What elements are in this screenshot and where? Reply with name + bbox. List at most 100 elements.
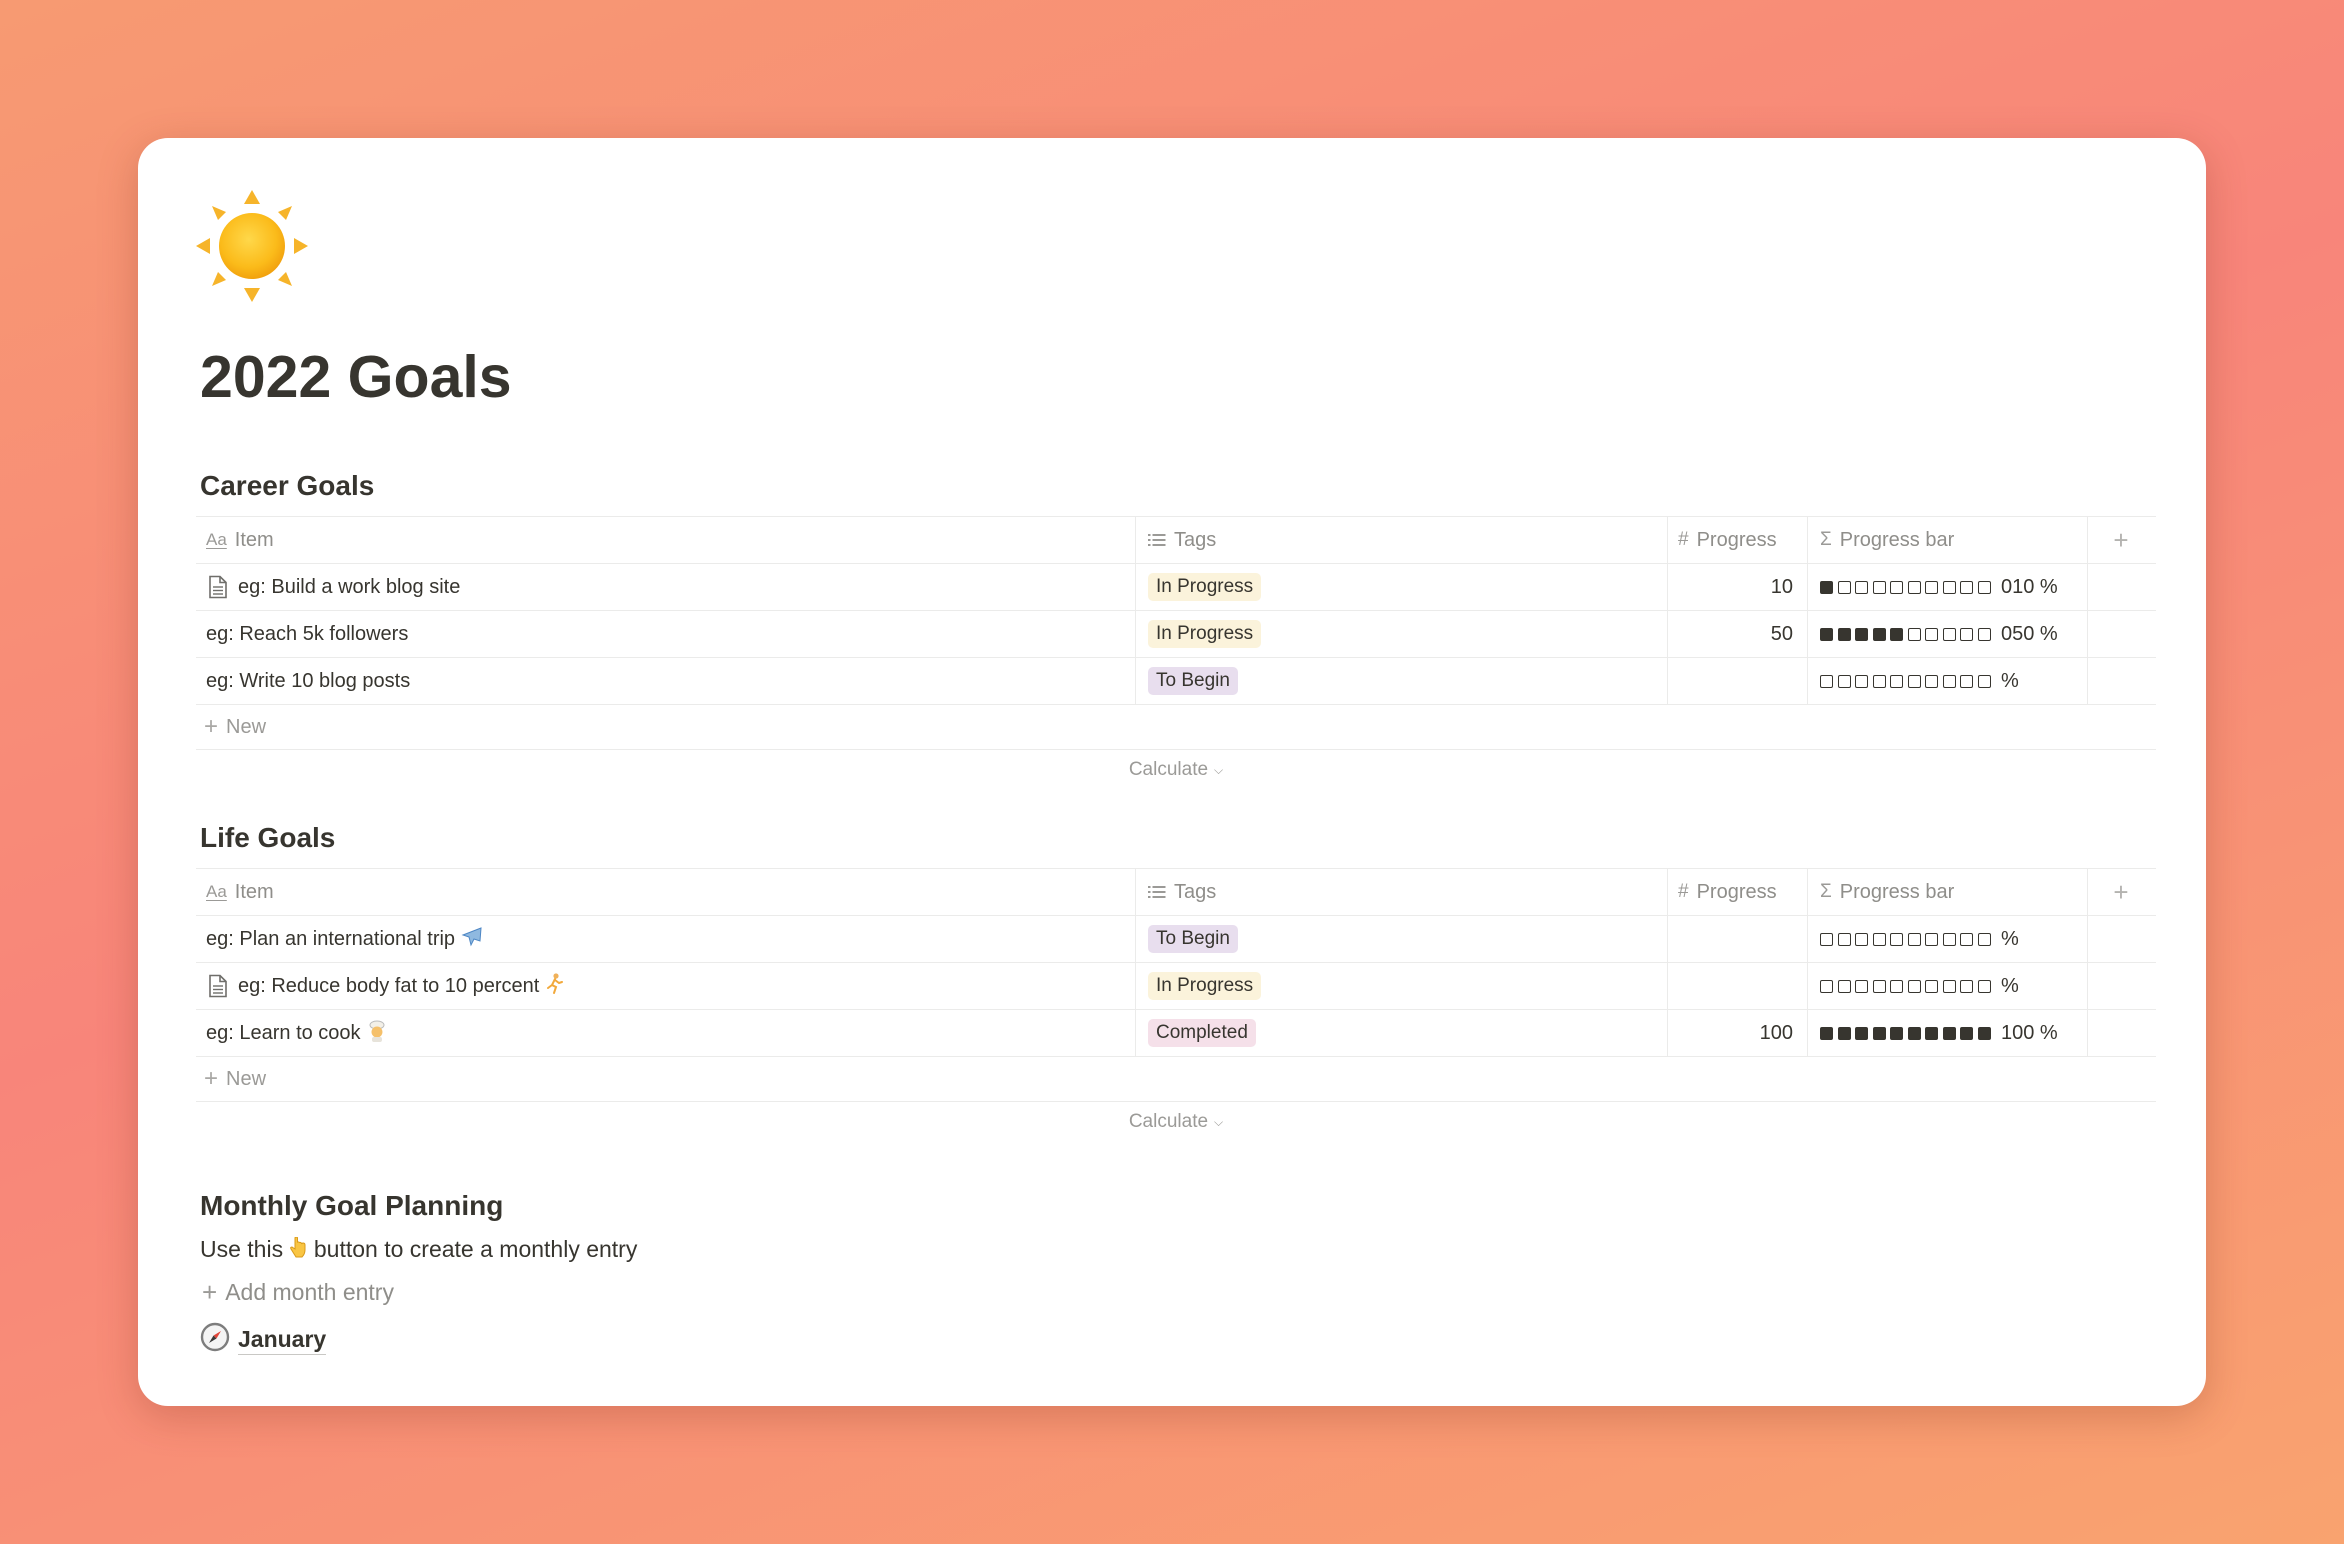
progress-square [1925,979,1938,993]
text-property-icon: Aa [206,882,227,901]
progress-square [1907,580,1921,594]
progress-square [1837,1026,1851,1040]
progress-square [1855,932,1868,946]
life-goals-title[interactable]: Life Goals [200,824,335,852]
column-header-progress-bar[interactable]: Σ Progress bar [1808,517,2088,563]
progress-percent: 010 % [2001,575,2058,598]
table-row[interactable]: eg: Learn to cook Completed 100 100 % [196,1010,2156,1057]
status-tag: In Progress [1148,573,1262,601]
progress-square [1977,580,1991,594]
new-row-button[interactable]: + New [196,1057,2156,1102]
progress-square [1820,932,1833,946]
progress-square [1820,979,1833,993]
progress-square [1872,627,1886,641]
column-header-progress-bar[interactable]: Σ Progress bar [1808,869,2088,915]
progress-square [1977,1026,1991,1040]
progress-square [1890,580,1903,594]
item-title: eg: Build a work blog site [238,575,461,598]
progress-square [1855,674,1868,688]
progress-bar-cell: % [1808,916,2088,962]
progress-square [1890,1026,1903,1040]
status-tag: Completed [1148,1019,1256,1047]
column-header-progress[interactable]: # Progress [1668,869,1808,915]
item-cell[interactable]: eg: Build a work blog site [196,564,1136,610]
progress-square [1907,932,1921,946]
item-cell[interactable]: eg: Learn to cook [196,1010,1136,1056]
add-property-button[interactable]: + [2088,517,2154,563]
progress-square [1942,580,1956,594]
monthly-instructions: Use this button to create a monthly entr… [200,1236,637,1265]
column-header-item[interactable]: Aa Item [196,869,1136,915]
progress-square [1837,580,1851,594]
tags-cell[interactable]: In Progress [1136,564,1668,610]
monthly-planning-title: Monthly Goal Planning [200,1190,504,1221]
sun-icon[interactable] [196,190,308,302]
item-title: eg: Plan an international trip [206,927,456,950]
progress-square [1855,1026,1868,1040]
table-row[interactable]: eg: Plan an international trip To Begin … [196,916,2156,963]
progress-square [1855,979,1868,993]
list-icon [1148,885,1166,899]
progress-square [1960,932,1973,946]
progress-cell[interactable] [1668,916,1808,962]
status-tag: To Begin [1148,925,1238,953]
calculate-button[interactable]: Calculate ⌵ [196,1102,2156,1142]
table-header: Aa Item Tags # Progress Σ Progress bar + [196,517,2156,564]
progress-square [1890,979,1903,993]
status-tag: In Progress [1148,620,1262,648]
progress-bar: % [1820,670,2019,693]
progress-square [1820,627,1833,641]
progress-value: 100 [1759,1021,1793,1044]
airplane-icon [461,926,483,953]
progress-square [1820,1026,1833,1040]
progress-cell[interactable] [1668,963,1808,1009]
column-header-progress[interactable]: # Progress [1668,517,1808,563]
item-cell[interactable]: eg: Write 10 blog posts [196,658,1136,704]
progress-square [1855,580,1868,594]
progress-square [1960,674,1973,688]
tags-cell[interactable]: To Begin [1136,658,1668,704]
progress-cell[interactable]: 50 [1668,611,1808,657]
status-tag: To Begin [1148,667,1238,695]
progress-cell[interactable]: 10 [1668,564,1808,610]
progress-percent: 100 % [2001,1021,2058,1044]
add-property-button[interactable]: + [2088,869,2154,915]
career-goals-title[interactable]: Career Goals [200,472,374,500]
item-cell[interactable]: eg: Plan an international trip [196,916,1136,962]
page-title: 2022 Goals [200,344,512,410]
calculate-button[interactable]: Calculate ⌵ [196,750,2156,790]
table-row[interactable]: eg: Reach 5k followers In Progress 50 05… [196,611,2156,658]
table-row[interactable]: eg: Write 10 blog posts To Begin % [196,658,2156,705]
january-page-link[interactable]: January [200,1322,327,1358]
add-month-entry-button[interactable]: + Add month entry [202,1277,394,1308]
progress-square [1925,627,1938,641]
progress-cell[interactable] [1668,658,1808,704]
progress-square [1942,627,1956,641]
progress-bar: % [1820,928,2019,951]
table-row[interactable]: eg: Reduce body fat to 10 percent In Pro… [196,963,2156,1010]
progress-percent: % [2001,669,2019,692]
item-cell[interactable]: eg: Reach 5k followers [196,611,1136,657]
progress-bar: % [1820,975,2019,998]
status-tag: In Progress [1148,972,1262,1000]
new-row-button[interactable]: + New [196,705,2156,750]
tags-cell[interactable]: To Begin [1136,916,1668,962]
tags-cell[interactable]: In Progress [1136,611,1668,657]
column-header-tags[interactable]: Tags [1136,517,1668,563]
column-header-item[interactable]: Aa Item [196,517,1136,563]
runner-icon [544,972,564,1000]
list-icon [1148,533,1166,547]
cook-icon [367,1020,387,1047]
table-row[interactable]: eg: Build a work blog site In Progress 1… [196,564,2156,611]
tags-cell[interactable]: Completed [1136,1010,1668,1056]
tags-cell[interactable]: In Progress [1136,963,1668,1009]
item-title: eg: Write 10 blog posts [206,669,411,692]
formula-icon: Σ [1820,881,1832,902]
progress-square [1942,932,1956,946]
progress-cell[interactable]: 100 [1668,1010,1808,1056]
item-cell[interactable]: eg: Reduce body fat to 10 percent [196,963,1136,1009]
progress-bar-cell: 050 % [1808,611,2088,657]
column-header-tags[interactable]: Tags [1136,869,1668,915]
number-icon: # [1678,529,1689,550]
plus-icon: + [2113,876,2129,907]
